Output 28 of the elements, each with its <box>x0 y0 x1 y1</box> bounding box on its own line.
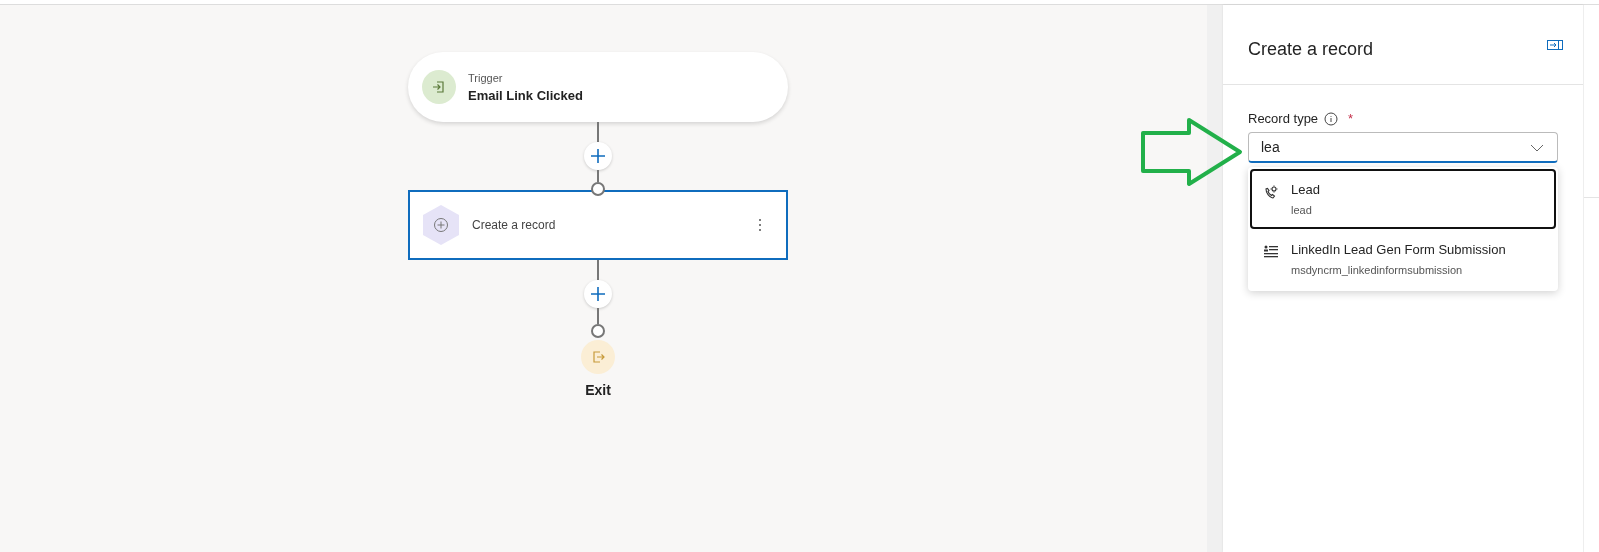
required-mark: * <box>1348 111 1354 126</box>
option-subtitle: lead <box>1291 204 1313 216</box>
add-step-button[interactable] <box>584 280 612 308</box>
info-icon[interactable] <box>1324 111 1339 126</box>
phone-gear-icon <box>1263 184 1279 200</box>
collapse-panel-icon[interactable] <box>1547 39 1563 51</box>
option-title: LinkedIn Lead Gen Form Submission <box>1291 242 1506 257</box>
add-step-button[interactable] <box>584 142 612 170</box>
form-list-icon <box>1263 244 1279 260</box>
panel-title: Create a record <box>1248 39 1374 60</box>
record-type-combobox[interactable]: lea <box>1248 132 1558 163</box>
field-label: Record type <box>1248 111 1319 126</box>
dropdown-option[interactable]: Lead lead <box>1250 169 1556 229</box>
exit-icon <box>581 340 615 374</box>
option-title: Lead <box>1291 182 1320 197</box>
plus-icon <box>589 147 607 165</box>
trigger-title: Email Link Clicked <box>468 87 583 103</box>
trigger-label: Trigger <box>468 71 504 84</box>
action-card[interactable]: Create a record <box>408 190 788 260</box>
trigger-card[interactable]: Trigger Email Link Clicked <box>408 52 788 122</box>
chevron-down-icon[interactable] <box>1530 144 1544 152</box>
exit-label: Exit <box>585 382 611 398</box>
enter-icon <box>422 70 456 104</box>
action-title: Create a record <box>472 218 557 232</box>
plus-icon <box>589 285 607 303</box>
dropdown-option[interactable]: LinkedIn Lead Gen Form Submission msdyncrm_linkedinformsubmission <box>1250 229 1556 289</box>
option-subtitle: msdyncrm_linkedinformsubmission <box>1291 264 1464 276</box>
more-icon[interactable] <box>758 218 762 232</box>
